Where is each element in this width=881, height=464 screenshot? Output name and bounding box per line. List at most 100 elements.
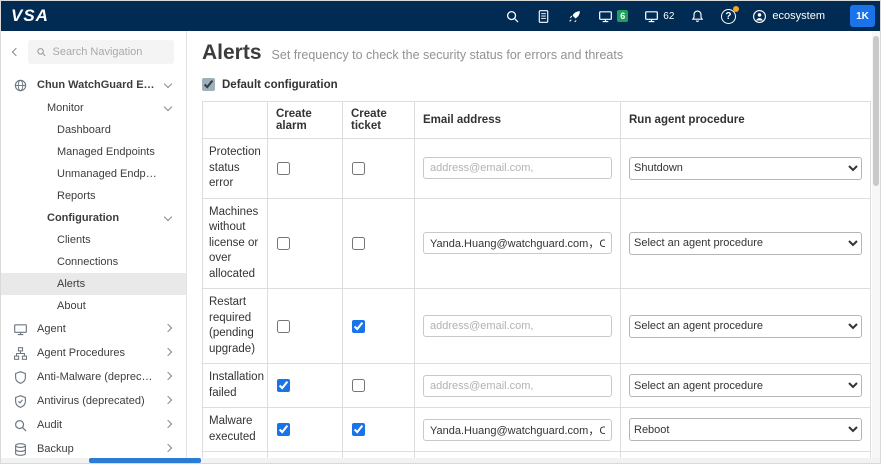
sidebar-item-label: Audit	[37, 419, 63, 431]
email-input[interactable]	[423, 418, 612, 441]
row-label: Restart required (pending upgrade)	[209, 296, 256, 355]
table-row: Malware executed Reboot	[202, 407, 871, 453]
bell-icon[interactable]	[689, 8, 705, 24]
monitor-online-icon[interactable]	[597, 8, 613, 24]
chevron-down-icon	[163, 79, 173, 89]
procedures-icon	[13, 346, 28, 361]
row-label: Malware executed	[209, 415, 256, 443]
sidebar-item-agent-procedures[interactable]: Agent Procedures	[1, 341, 186, 365]
search-navigation-input[interactable]	[52, 46, 166, 58]
sidebar-item-audit[interactable]: Audit	[1, 413, 186, 437]
horizontal-scrollbar-thumb[interactable]	[89, 458, 201, 463]
vertical-scrollbar[interactable]	[872, 31, 880, 458]
email-input[interactable]	[423, 157, 612, 180]
backup-icon	[13, 442, 28, 457]
create-alarm-checkbox[interactable]	[277, 319, 290, 333]
create-ticket-checkbox[interactable]	[352, 236, 365, 250]
sidebar-item-connections[interactable]: Connections	[1, 251, 186, 273]
email-input[interactable]	[423, 315, 612, 338]
create-alarm-checkbox[interactable]	[277, 423, 290, 437]
row-label-cell: Installation failed	[202, 363, 268, 409]
sidebar-item-label: Anti-Malware (deprecated)	[37, 371, 158, 383]
sidebar-item-label: About	[57, 300, 86, 312]
sidebar-item-reports[interactable]: Reports	[1, 185, 186, 207]
topbar: VSA 6 62 ? ecosystem 1K	[1, 1, 880, 31]
sidebar-search[interactable]	[28, 40, 174, 64]
chevron-right-icon	[163, 395, 173, 405]
column-header: Create ticket	[342, 101, 415, 139]
collapse-sidebar-icon[interactable]	[11, 47, 21, 57]
row-label-cell: Protection status error	[202, 138, 268, 199]
document-icon[interactable]	[535, 8, 551, 24]
topbar-actions: 6 62 ? ecosystem 1K	[504, 5, 875, 27]
sidebar-item-label: Antivirus (deprecated)	[37, 395, 145, 407]
sidebar-item-label: Clients	[57, 234, 91, 246]
agent-procedure-select[interactable]: Reboot	[629, 418, 862, 442]
vertical-scrollbar-thumb[interactable]	[873, 36, 879, 186]
rocket-icon[interactable]	[566, 8, 582, 24]
create-ticket-checkbox[interactable]	[352, 379, 365, 393]
sidebar-item-about[interactable]: About	[1, 295, 186, 317]
create-ticket-checkbox[interactable]	[352, 319, 365, 333]
chevron-right-icon	[163, 443, 173, 453]
user-menu[interactable]: ecosystem	[751, 8, 825, 24]
tenant-badge[interactable]: 1K	[850, 5, 875, 27]
sidebar-item-backup[interactable]: Backup	[1, 437, 186, 458]
sidebar-item-dashboard[interactable]: Dashboard	[1, 119, 186, 141]
table-row: Machines without license or over allocat…	[202, 197, 871, 290]
sidebar-item-managed-endpoints[interactable]: Managed Endpoints	[1, 141, 186, 163]
alerts-table-header: Create alarm Create ticket Email address Ru…	[202, 101, 871, 139]
sidebar-item-alerts[interactable]: Alerts	[1, 273, 186, 295]
help-icon[interactable]: ?	[720, 6, 740, 24]
table-row: Restart required (pending upgrade) Select…	[202, 288, 871, 365]
agent-procedure-select[interactable]: Shutdown	[629, 156, 862, 180]
sidebar-item-agent[interactable]: Agent	[1, 317, 186, 341]
chevron-right-icon	[163, 419, 173, 429]
alerts-table: Create alarm Create ticket Email address Ru…	[202, 101, 871, 458]
create-alarm-checkbox[interactable]	[277, 379, 290, 393]
sidebar-item-unmanaged-endpoints[interactable]: Unmanaged Endpoints	[1, 163, 186, 185]
sidebar-item-chun-watchguard-endpoint[interactable]: Chun WatchGuard Endpoint ...	[1, 73, 186, 97]
sidebar-item-label: Backup	[37, 443, 74, 455]
sidebar-item-label: Agent	[37, 323, 66, 335]
row-label-cell: Malware executed	[202, 407, 268, 453]
offline-count: 62	[663, 10, 675, 22]
row-label: Machines without license or over allocat…	[209, 205, 259, 280]
sidebar-item-label: Reports	[57, 190, 96, 202]
column-header	[202, 101, 268, 139]
alerts-table-body: Protection status error Shutdown Machines …	[202, 138, 871, 458]
email-input[interactable]	[423, 232, 612, 255]
create-ticket-checkbox[interactable]	[352, 161, 365, 175]
audit-icon	[13, 418, 28, 433]
sidebar-item-configuration[interactable]: Configuration	[1, 207, 186, 229]
chevron-down-icon	[163, 102, 173, 112]
horizontal-scrollbar[interactable]	[1, 458, 880, 463]
default-configuration-label: Default configuration	[222, 78, 338, 91]
create-ticket-checkbox[interactable]	[352, 423, 365, 437]
monitor-offline-icon[interactable]	[643, 8, 659, 24]
search-icon[interactable]	[504, 8, 520, 24]
shield-icon	[13, 370, 28, 385]
row-label: Installation failed	[209, 371, 264, 399]
sidebar-item-label: Connections	[57, 256, 119, 268]
sidebar-item-clients[interactable]: Clients	[1, 229, 186, 251]
agent-procedure-select[interactable]: Select an agent procedure	[629, 374, 862, 398]
sidebar-item-monitor[interactable]: Monitor	[1, 97, 186, 119]
agent-procedure-select[interactable]: Select an agent procedure	[629, 314, 862, 338]
sidebar-item-antivirus-deprecated[interactable]: Antivirus (deprecated)	[1, 389, 186, 413]
sidebar-item-label: Agent Procedures	[37, 347, 126, 359]
header-row: Create alarm Create ticket Email address Ru…	[202, 101, 871, 139]
page-header: Alerts Set frequency to check the securi…	[202, 41, 872, 65]
default-configuration-checkbox[interactable]	[202, 78, 215, 91]
default-configuration-row: Default configuration	[202, 78, 872, 91]
agent-procedure-select[interactable]: Select an agent procedure	[629, 231, 862, 255]
email-input[interactable]	[423, 374, 612, 397]
row-label-cell: Machines without license or over allocat…	[202, 197, 268, 290]
create-alarm-checkbox[interactable]	[277, 236, 290, 250]
chevron-right-icon	[163, 347, 173, 357]
column-header: Email address	[414, 101, 621, 139]
sidebar-item-anti-malware-deprecated[interactable]: Anti-Malware (deprecated)	[1, 365, 186, 389]
table-row: Installation failed Select an agent proce…	[202, 363, 871, 409]
create-alarm-checkbox[interactable]	[277, 161, 290, 175]
sidebar-item-label: Configuration	[47, 212, 120, 224]
